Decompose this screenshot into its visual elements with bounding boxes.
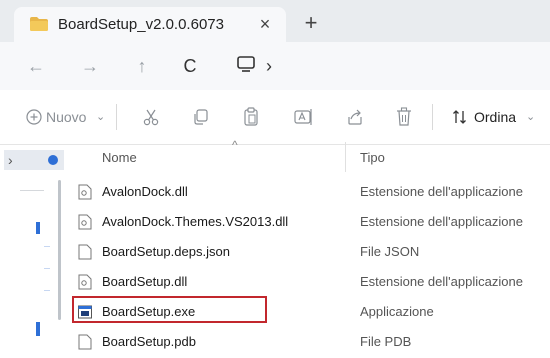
nav-item-marker <box>44 268 50 269</box>
breadcrumb-chevron[interactable]: › <box>266 52 272 80</box>
copy-icon[interactable] <box>192 108 210 126</box>
new-chevron-icon[interactable]: ⌄ <box>96 106 105 128</box>
dll-icon <box>78 274 92 290</box>
cut-icon[interactable] <box>142 108 160 126</box>
file-row[interactable]: BoardSetup.pdb File PDB <box>62 326 550 357</box>
highlight-box <box>72 296 267 323</box>
column-divider[interactable] <box>345 142 346 172</box>
file-name: BoardSetup.deps.json <box>102 244 230 259</box>
tab-strip: BoardSetup_v2.0.0.6073 × + <box>0 0 550 42</box>
file-name: AvalonDock.dll <box>102 184 188 199</box>
folder-icon <box>30 17 48 31</box>
back-button[interactable]: ← <box>22 52 50 80</box>
sort-icon <box>453 110 466 124</box>
dll-icon <box>78 214 92 230</box>
file-type: Estensione dell'applicazione <box>360 214 523 229</box>
this-pc-icon[interactable] <box>236 54 256 74</box>
file-type: File PDB <box>360 334 412 349</box>
file-name: AvalonDock.Themes.VS2013.dll <box>102 214 289 229</box>
nav-tree-item[interactable]: › <box>4 150 64 170</box>
navigation-pane <box>0 145 62 358</box>
up-button[interactable]: ↑ <box>128 52 156 80</box>
file-row[interactable]: AvalonDock.dll Estensione dell'applicazi… <box>62 176 550 207</box>
delete-icon[interactable] <box>396 107 412 127</box>
forward-button[interactable]: → <box>76 52 104 80</box>
rename-icon[interactable] <box>294 108 314 126</box>
file-name: BoardSetup.pdb <box>102 334 196 349</box>
nav-item-accent <box>36 222 40 234</box>
file-icon <box>78 334 92 350</box>
toolbar-divider <box>116 104 117 130</box>
file-type: Estensione dell'applicazione <box>360 184 523 199</box>
column-header-name[interactable]: Nome <box>102 150 137 165</box>
file-type: Estensione dell'applicazione <box>360 274 523 289</box>
new-button[interactable]: Nuovo <box>46 106 86 128</box>
file-row[interactable]: BoardSetup.dll Estensione dell'applicazi… <box>62 266 550 297</box>
onedrive-icon <box>48 155 58 165</box>
sort-caret-icon: ^ <box>232 138 238 152</box>
file-type: File JSON <box>360 244 420 259</box>
share-icon[interactable] <box>346 108 364 126</box>
nav-divider <box>20 190 44 191</box>
file-row[interactable]: AvalonDock.Themes.VS2013.dll Estensione … <box>62 206 550 237</box>
new-tab-button[interactable]: + <box>300 12 322 34</box>
file-type: Applicazione <box>360 304 434 319</box>
file-name: BoardSetup.dll <box>102 274 188 289</box>
sort-button[interactable]: Ordina <box>474 106 516 128</box>
navigation-bar: ← → ↑ C › <box>0 42 550 90</box>
new-plus-icon <box>26 109 42 125</box>
nav-item-marker <box>44 246 50 247</box>
nav-item-accent <box>36 322 40 336</box>
file-icon <box>78 244 92 260</box>
toolbar-divider <box>432 104 433 130</box>
nav-scrollbar[interactable] <box>58 180 61 320</box>
nav-item-marker <box>44 290 50 291</box>
dll-icon <box>78 184 92 200</box>
chevron-right-icon[interactable]: › <box>8 150 13 170</box>
sort-chevron-icon[interactable]: ⌄ <box>526 106 535 128</box>
tab-boardsetup[interactable]: BoardSetup_v2.0.0.6073 × <box>14 7 286 42</box>
column-header-type[interactable]: Tipo <box>360 150 385 165</box>
close-tab-icon[interactable]: × <box>254 13 276 35</box>
refresh-button[interactable]: C <box>176 52 204 80</box>
command-bar: Nuovo ⌄ Ordina ⌄ <box>0 90 550 145</box>
file-row[interactable]: BoardSetup.deps.json File JSON <box>62 236 550 267</box>
tab-title: BoardSetup_v2.0.0.6073 <box>58 16 224 33</box>
paste-icon[interactable] <box>242 107 260 127</box>
